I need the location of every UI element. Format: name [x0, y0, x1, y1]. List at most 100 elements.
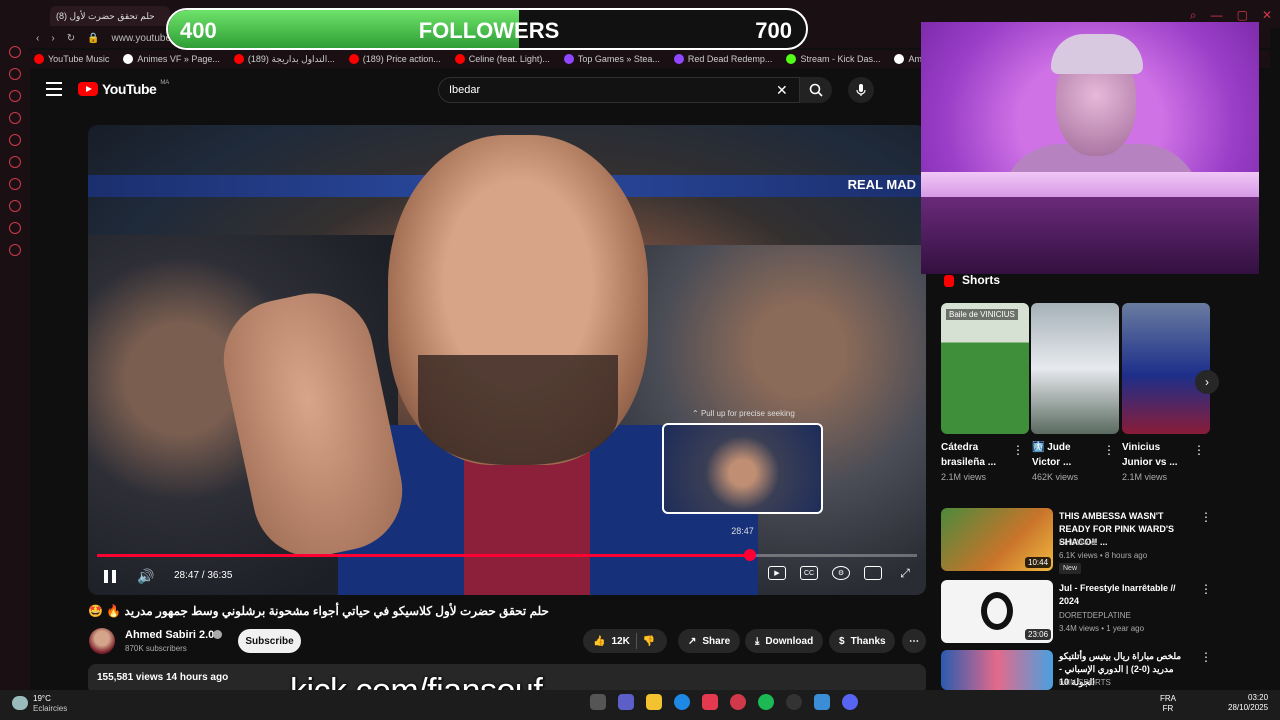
reload-icon[interactable]: ↻ — [67, 33, 75, 44]
language-indicator[interactable]: FRA FR — [1160, 694, 1176, 714]
search-input[interactable]: Ibedar — [438, 77, 800, 103]
youtube-logo[interactable]: YouTube MA — [78, 80, 170, 97]
clock[interactable]: 03:20 28/10/2025 — [1228, 693, 1268, 713]
bookmark-item[interactable]: Red Dead Redemp... — [673, 54, 772, 64]
download-button[interactable]: ⤓ Download — [745, 629, 823, 653]
photos-icon[interactable] — [814, 694, 830, 710]
sidebar-icon[interactable] — [9, 112, 21, 124]
file-explorer-icon[interactable] — [646, 694, 662, 710]
more-icon: ⋯ — [909, 635, 919, 647]
thumbs-up-icon[interactable]: 👍 — [593, 636, 605, 647]
sidebar-icon[interactable] — [9, 134, 21, 146]
more-actions-button[interactable]: ⋯ — [902, 629, 926, 653]
search-button[interactable] — [800, 77, 832, 103]
bookmark-item[interactable]: (189) التداول بداريجة... — [233, 54, 335, 65]
url-text[interactable]: www.youtube. — [112, 33, 174, 44]
sidebar-icon[interactable] — [9, 46, 21, 58]
video-player[interactable]: REAL MAD — [88, 125, 926, 595]
verified-badge-icon — [213, 630, 222, 639]
theater-mode-icon[interactable] — [864, 566, 882, 580]
voice-search-button[interactable] — [848, 77, 874, 103]
recommendation-channel[interactable]: DORETDEPLATINE — [1059, 611, 1131, 620]
sidebar-icon[interactable] — [9, 200, 21, 212]
close-icon[interactable]: ✕ — [1262, 8, 1272, 23]
short-views: 462K views — [1032, 472, 1079, 482]
subscribe-button[interactable]: Subscribe — [238, 629, 301, 653]
followers-goal-max: 700 — [755, 18, 792, 43]
steam-icon[interactable] — [786, 694, 802, 710]
short-title[interactable]: 🩻 Jude Victor ... — [1032, 440, 1096, 470]
seek-preview-time: 28:47 — [731, 526, 754, 536]
divider — [635, 633, 637, 649]
fullscreen-icon[interactable]: ⤢ — [896, 566, 914, 580]
sidebar-icon[interactable] — [9, 156, 21, 168]
hamburger-menu-icon[interactable] — [46, 82, 62, 96]
progress-scrubber[interactable] — [743, 549, 756, 561]
search-icon[interactable]: ⌕ — [1190, 8, 1197, 23]
bookmark-item[interactable]: (189) Price action... — [348, 54, 441, 64]
weather-cloud-icon[interactable] — [12, 696, 28, 710]
sidebar-icon[interactable] — [9, 244, 21, 256]
thanks-button[interactable]: $ Thanks — [829, 629, 895, 653]
kebab-menu-icon[interactable]: ⋮ — [1103, 443, 1115, 457]
recommendation-channel[interactable]: beIN SPORTS — [1059, 678, 1111, 687]
kebab-menu-icon[interactable]: ⋮ — [1012, 443, 1024, 457]
share-button[interactable]: ↗ Share — [678, 629, 740, 653]
taskview-icon[interactable] — [590, 694, 606, 710]
thumbs-down-icon[interactable]: 👎 — [643, 636, 655, 647]
volume-icon[interactable]: 🔊 — [137, 568, 154, 585]
pause-button[interactable] — [104, 570, 116, 583]
forward-icon[interactable]: › — [51, 33, 54, 44]
sidebar-icon[interactable] — [9, 90, 21, 102]
clear-search-icon[interactable]: ✕ — [776, 82, 788, 99]
thanks-icon: $ — [839, 635, 845, 647]
region-code: MA — [160, 80, 170, 86]
kebab-menu-icon[interactable]: ⋮ — [1200, 510, 1212, 524]
recommendation-channel[interactable]: Pink Ward — [1059, 538, 1096, 547]
bookmark-item[interactable]: YouTube Music — [34, 54, 109, 64]
kebab-menu-icon[interactable]: ⋮ — [1193, 443, 1205, 457]
store-icon[interactable] — [702, 694, 718, 710]
bookmark-item[interactable]: Animes VF » Page... — [123, 54, 220, 64]
short-title[interactable]: Vinicius Junior vs ... — [1122, 440, 1186, 470]
browser-tab[interactable]: (8) حلم تحقق حضرت لأول — [50, 6, 170, 26]
like-count[interactable]: 12K — [611, 636, 629, 647]
bookmark-item[interactable]: Stream - Kick Das... — [786, 54, 880, 64]
subscriber-count: 870K subscribers — [125, 644, 187, 653]
maximize-icon[interactable]: ▢ — [1237, 8, 1248, 23]
recommendation-title[interactable]: Jul - Freestyle Inarrêtable // 2024 — [1059, 582, 1189, 608]
recommendation-thumbnail[interactable] — [941, 650, 1053, 690]
tab-title: (8) حلم تحقق حضرت لأول — [56, 10, 155, 21]
minimize-icon[interactable]: — — [1211, 8, 1223, 23]
kebab-menu-icon[interactable]: ⋮ — [1200, 650, 1212, 664]
back-icon[interactable]: ‹ — [36, 33, 39, 44]
channel-avatar[interactable] — [89, 628, 115, 654]
channel-name[interactable]: Ahmed Sabiri 2.0 — [125, 629, 214, 641]
short-thumbnail[interactable] — [1031, 303, 1119, 434]
teams-icon[interactable] — [618, 694, 634, 710]
opera-gx-icon[interactable] — [730, 694, 746, 710]
short-title[interactable]: Cátedra brasileña ... — [941, 440, 1005, 470]
bookmark-item[interactable]: Celine (feat. Light)... — [454, 54, 550, 64]
player-controls-right: ▶ CC ⚙ ⤢ — [768, 566, 914, 580]
bookmark-item[interactable]: Top Games » Stea... — [563, 54, 660, 64]
kebab-menu-icon[interactable]: ⋮ — [1200, 582, 1212, 596]
autoplay-icon[interactable]: ▶ — [768, 566, 786, 580]
download-label: Download — [765, 635, 814, 647]
sidebar-icon[interactable] — [9, 222, 21, 234]
sidebar-icon[interactable] — [9, 178, 21, 190]
settings-gear-icon[interactable]: ⚙ — [832, 566, 850, 580]
shorts-next-button[interactable]: › — [1195, 370, 1219, 394]
shorts-icon — [944, 275, 954, 287]
desk — [921, 197, 1259, 274]
captions-icon[interactable]: CC — [800, 566, 818, 580]
presenter-beard — [418, 355, 618, 465]
discord-icon[interactable] — [842, 694, 858, 710]
spotify-icon[interactable] — [758, 694, 774, 710]
microphone-icon — [856, 84, 866, 96]
sidebar-icon[interactable] — [9, 68, 21, 80]
short-thumbnail[interactable] — [941, 303, 1029, 434]
share-icon: ↗ — [688, 635, 697, 647]
short-thumbnail[interactable] — [1122, 303, 1210, 434]
edge-icon[interactable] — [674, 694, 690, 710]
